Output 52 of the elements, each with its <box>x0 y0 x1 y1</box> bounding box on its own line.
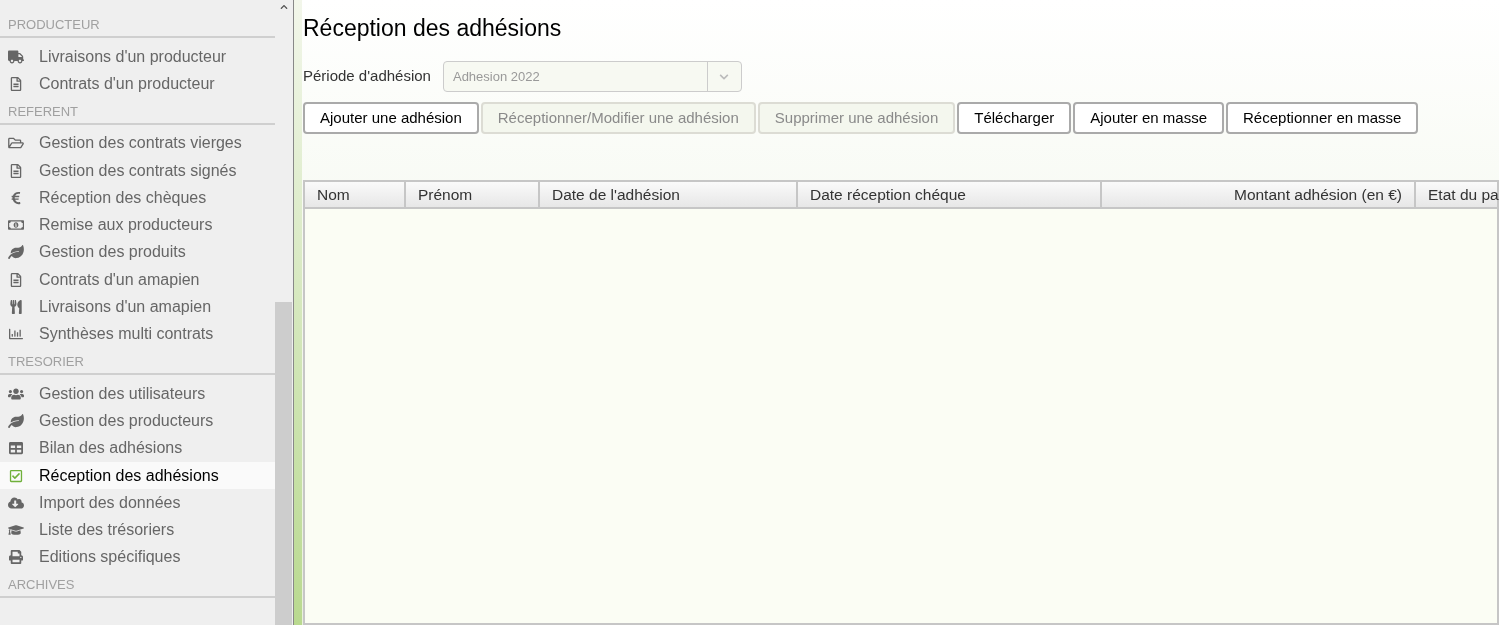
truck-icon <box>8 49 24 64</box>
sidebar-item[interactable]: Liste des trésoriers <box>0 516 275 544</box>
sidebar-item[interactable]: Gestion des produits <box>0 238 275 267</box>
sidebar-item[interactable]: Gestion des contrats vierges <box>0 129 275 157</box>
users-icon <box>8 386 24 401</box>
table-icon <box>8 441 24 456</box>
toolbar-button[interactable]: Ajouter une adhésion <box>303 102 479 134</box>
checkbox-icon <box>8 468 24 483</box>
sidebar-item[interactable]: Livraisons d'un producteur <box>0 43 275 71</box>
cloud-download-icon <box>8 495 24 510</box>
cutlery-icon <box>8 300 24 314</box>
toolbar-button[interactable]: Réceptionner en masse <box>1226 102 1419 134</box>
document-icon <box>8 163 24 178</box>
field-label: Période d'adhésion <box>303 66 431 87</box>
document-icon <box>8 76 24 91</box>
chevron-down-icon <box>719 71 730 82</box>
bar-chart-icon <box>8 327 24 342</box>
sidebar-item[interactable]: Contrats d'un amapien <box>0 266 275 294</box>
sidebar-item[interactable]: Réception des adhésions <box>0 461 275 490</box>
page-title: Réception des adhésions <box>303 14 562 43</box>
sidebar-item[interactable]: Contrats d'un producteur <box>0 70 275 98</box>
column-header[interactable]: Nom <box>305 182 406 207</box>
toolbar-button[interactable]: Télécharger <box>957 102 1072 134</box>
column-header[interactable]: Montant adhésion (en €) <box>1102 182 1416 207</box>
sidebar-item[interactable]: Gestion des contrats signés <box>0 156 275 185</box>
column-header[interactable]: Prénom <box>406 182 540 207</box>
column-header[interactable]: Etat du pa <box>1416 182 1499 207</box>
sidebar-item[interactable]: Bilan des adhésions <box>0 434 275 462</box>
sidebar-item[interactable]: Import des données <box>0 489 275 517</box>
document-icon <box>8 272 24 287</box>
sidebar-item[interactable]: Gestion des utilisateurs <box>0 379 275 408</box>
sidebar-item[interactable]: Livraisons d'un amapien <box>0 293 275 321</box>
sidebar-item[interactable]: Réception des chèques <box>0 184 275 212</box>
folder-icon <box>8 136 24 151</box>
section-heading: TRESORIER <box>8 352 85 371</box>
section-heading: PRODUCTEUR <box>8 16 101 34</box>
printer-icon <box>8 550 24 565</box>
sidebar-item[interactable]: Remise aux producteurs <box>0 211 275 239</box>
column-header[interactable]: Date réception chéque <box>798 182 1102 207</box>
graduation-cap-icon <box>8 523 24 538</box>
leaf-icon <box>8 413 24 428</box>
toolbar-button[interactable]: Ajouter en masse <box>1073 102 1224 134</box>
scroll-up-icon[interactable] <box>280 3 288 11</box>
column-header[interactable]: Date de l'adhésion <box>540 182 798 207</box>
scrollbar-thumb[interactable] <box>275 302 292 625</box>
banknote-icon <box>8 218 24 233</box>
sidebar-item[interactable]: Editions spécifiques <box>0 543 275 572</box>
section-heading: REFERENT <box>8 102 80 121</box>
leaf-icon <box>8 245 24 260</box>
section-heading: ARCHIVES <box>8 576 76 595</box>
sidebar-item[interactable]: Synthèses multi contrats <box>0 320 275 348</box>
sidebar-item[interactable]: Gestion des producteurs <box>0 407 275 435</box>
